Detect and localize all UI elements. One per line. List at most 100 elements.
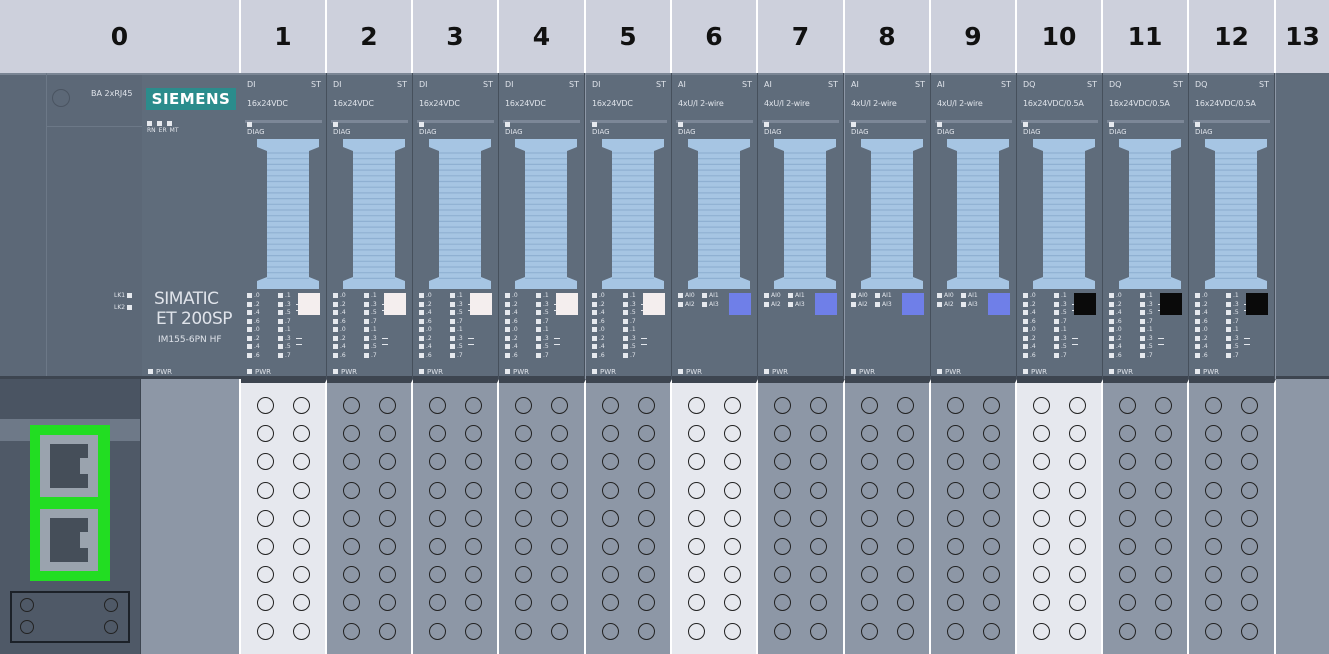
terminal-hole[interactable] xyxy=(983,566,1000,584)
terminal-hole[interactable] xyxy=(1119,397,1136,414)
terminal-hole[interactable] xyxy=(638,481,655,499)
terminal-hole[interactable] xyxy=(1155,425,1172,443)
terminal-hole[interactable] xyxy=(1205,481,1222,499)
terminal-hole[interactable] xyxy=(1033,425,1050,443)
terminal-hole[interactable] xyxy=(861,594,878,612)
terminal-hole[interactable] xyxy=(515,425,532,443)
terminal-hole[interactable] xyxy=(257,622,274,640)
terminal-hole[interactable] xyxy=(724,538,741,555)
terminal-hole[interactable] xyxy=(861,481,878,499)
terminal-block-slot-4[interactable] xyxy=(499,379,586,654)
terminal-block-slot-6[interactable] xyxy=(672,379,758,654)
terminal-hole[interactable] xyxy=(515,509,532,527)
terminal-hole[interactable] xyxy=(897,425,914,443)
terminal-hole[interactable] xyxy=(1241,481,1258,499)
terminal-hole[interactable] xyxy=(1155,481,1172,499)
slot-header-4[interactable]: 4 xyxy=(499,0,586,73)
terminal-hole[interactable] xyxy=(429,397,446,414)
terminal-hole[interactable] xyxy=(343,397,360,414)
terminal-hole[interactable] xyxy=(810,425,827,443)
terminal-block-slot-5[interactable] xyxy=(586,379,672,654)
terminal-hole[interactable] xyxy=(638,397,655,414)
terminal-hole[interactable] xyxy=(429,538,446,555)
terminal-hole[interactable] xyxy=(1241,425,1258,443)
terminal-hole[interactable] xyxy=(861,453,878,471)
terminal-hole[interactable] xyxy=(688,397,705,414)
terminal-hole[interactable] xyxy=(983,509,1000,527)
terminal-hole[interactable] xyxy=(638,566,655,584)
terminal-hole[interactable] xyxy=(947,509,964,527)
terminal-hole[interactable] xyxy=(774,538,791,555)
terminal-hole[interactable] xyxy=(465,453,482,471)
terminal-block-slot-3[interactable] xyxy=(413,379,499,654)
slot-header-8[interactable]: 8 xyxy=(845,0,931,73)
terminal-hole[interactable] xyxy=(1155,509,1172,527)
terminal-hole[interactable] xyxy=(551,397,568,414)
terminal-hole[interactable] xyxy=(1119,594,1136,612)
terminal-hole[interactable] xyxy=(983,594,1000,612)
terminal-hole[interactable] xyxy=(1241,594,1258,612)
terminal-hole[interactable] xyxy=(774,481,791,499)
terminal-hole[interactable] xyxy=(343,425,360,443)
terminal-hole[interactable] xyxy=(551,622,568,640)
terminal-hole[interactable] xyxy=(1119,566,1136,584)
slot-header-13[interactable]: 13 xyxy=(1276,0,1329,73)
terminal-hole[interactable] xyxy=(1033,481,1050,499)
terminal-hole[interactable] xyxy=(983,481,1000,499)
terminal-hole[interactable] xyxy=(688,453,705,471)
terminal-hole[interactable] xyxy=(257,509,274,527)
slot-header-3[interactable]: 3 xyxy=(413,0,499,73)
slot-header-1[interactable]: 1 xyxy=(241,0,327,73)
terminal-block-slot-1[interactable] xyxy=(241,379,327,654)
terminal-hole[interactable] xyxy=(1119,622,1136,640)
terminal-hole[interactable] xyxy=(293,622,310,640)
terminal-hole[interactable] xyxy=(774,509,791,527)
terminal-hole[interactable] xyxy=(774,425,791,443)
terminal-hole[interactable] xyxy=(897,622,914,640)
terminal-hole[interactable] xyxy=(983,453,1000,471)
terminal-hole[interactable] xyxy=(257,453,274,471)
terminal-hole[interactable] xyxy=(1241,538,1258,555)
terminal-hole[interactable] xyxy=(897,397,914,414)
terminal-hole[interactable] xyxy=(897,453,914,471)
terminal-hole[interactable] xyxy=(465,425,482,443)
terminal-hole[interactable] xyxy=(379,481,396,499)
terminal-hole[interactable] xyxy=(688,509,705,527)
slot-header-10[interactable]: 10 xyxy=(1017,0,1103,73)
terminal-hole[interactable] xyxy=(429,594,446,612)
terminal-hole[interactable] xyxy=(343,594,360,612)
rj45-port-1[interactable] xyxy=(40,435,98,497)
terminal-block-slot-2[interactable] xyxy=(327,379,413,654)
terminal-hole[interactable] xyxy=(688,481,705,499)
terminal-block-slot-8[interactable] xyxy=(845,379,931,654)
terminal-hole[interactable] xyxy=(551,481,568,499)
io-module-slot-3[interactable]: DI ST 16x24VDC DIAG .0 .1 .2 .3 .4 .5 .6 .7 .0 .1… xyxy=(413,73,499,379)
terminal-hole[interactable] xyxy=(1241,566,1258,584)
terminal-hole[interactable] xyxy=(465,538,482,555)
terminal-hole[interactable] xyxy=(897,481,914,499)
terminal-hole[interactable] xyxy=(551,425,568,443)
terminal-hole[interactable] xyxy=(551,566,568,584)
terminal-hole[interactable] xyxy=(429,622,446,640)
terminal-hole[interactable] xyxy=(861,566,878,584)
terminal-hole[interactable] xyxy=(602,397,619,414)
terminal-hole[interactable] xyxy=(1205,566,1222,584)
terminal-hole[interactable] xyxy=(861,397,878,414)
terminal-hole[interactable] xyxy=(602,594,619,612)
terminal-hole[interactable] xyxy=(724,566,741,584)
terminal-hole[interactable] xyxy=(257,538,274,555)
terminal-hole[interactable] xyxy=(1069,622,1086,640)
io-module-slot-2[interactable]: DI ST 16x24VDC DIAG .0 .1 .2 .3 .4 .5 .6 .7 .0 .1… xyxy=(327,73,413,379)
terminal-hole[interactable] xyxy=(1155,397,1172,414)
terminal-hole[interactable] xyxy=(1069,453,1086,471)
slot-header-7[interactable]: 7 xyxy=(758,0,845,73)
terminal-hole[interactable] xyxy=(947,566,964,584)
terminal-hole[interactable] xyxy=(1241,509,1258,527)
terminal-hole[interactable] xyxy=(810,622,827,640)
terminal-hole[interactable] xyxy=(515,481,532,499)
terminal-hole[interactable] xyxy=(1119,425,1136,443)
terminal-hole[interactable] xyxy=(1241,397,1258,414)
io-module-slot-8[interactable]: AI ST 4xU/I 2-wire DIAG AI0 AI1 AI2 AI3 PWR xyxy=(845,73,931,379)
io-module-slot-6[interactable]: AI ST 4xU/I 2-wire DIAG AI0 AI1 AI2 AI3 PWR xyxy=(672,73,758,379)
terminal-hole[interactable] xyxy=(638,538,655,555)
